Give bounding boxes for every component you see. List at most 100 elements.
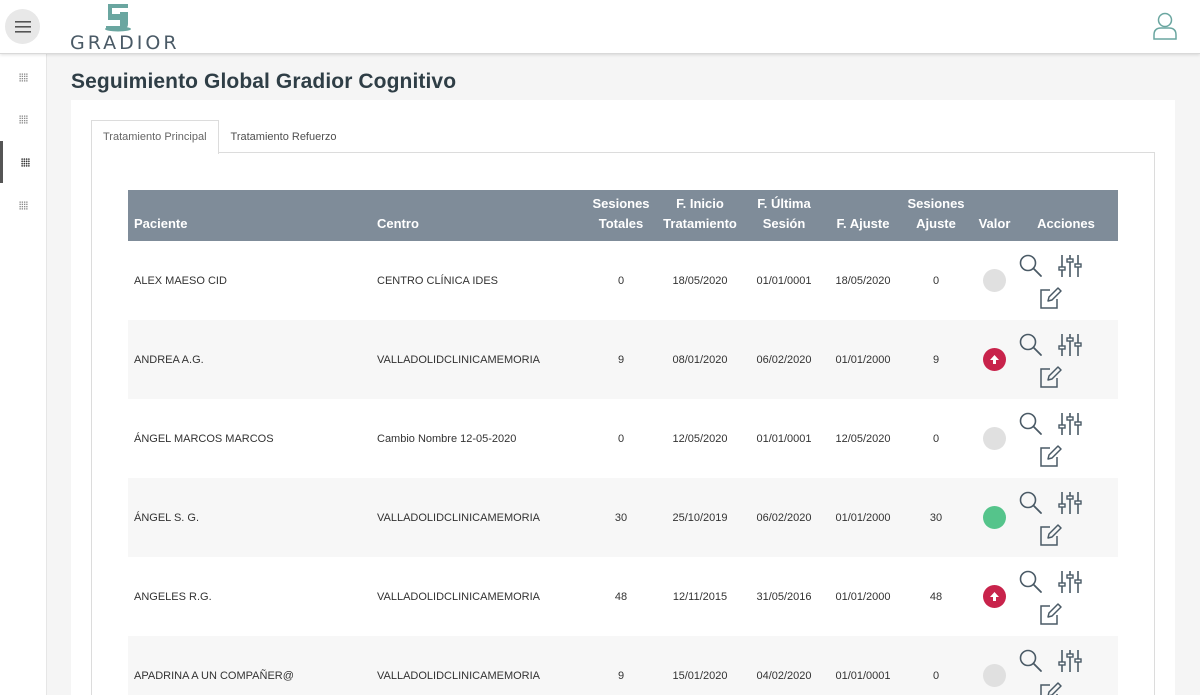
col-header-acciones: Acciones xyxy=(1037,216,1095,231)
cell-ultima-sesion: 06/02/2020 xyxy=(756,511,812,524)
content-card: Tratamiento Principal Tratamiento Refuer… xyxy=(71,100,1175,695)
col-header-sesiones-totales[interactable]: Sesiones Totales xyxy=(581,190,661,241)
cell-acciones xyxy=(1014,478,1118,557)
top-bar: GRADIOR xyxy=(0,0,1200,54)
cell-sesiones-ajuste: 0 xyxy=(932,274,940,287)
cell-valor xyxy=(975,557,1014,636)
valor-indicator xyxy=(983,585,1006,608)
adjust-icon xyxy=(1058,650,1082,672)
search-icon xyxy=(1019,570,1042,593)
cell-paciente: ÁNGEL S. G. xyxy=(134,511,200,524)
edit-button[interactable] xyxy=(1037,602,1063,628)
adjust-button[interactable] xyxy=(1057,253,1083,279)
tab-tratamiento-refuerzo[interactable]: Tratamiento Refuerzo xyxy=(219,120,349,153)
view-button[interactable] xyxy=(1018,490,1044,516)
edit-icon xyxy=(1040,682,1062,695)
page-title: Seguimiento Global Gradior Cognitivo xyxy=(71,70,457,93)
cell-valor xyxy=(975,320,1014,399)
adjust-button[interactable] xyxy=(1057,648,1083,674)
sidebar-item-1[interactable] xyxy=(0,56,47,98)
cell-ajuste: 01/01/2000 xyxy=(835,590,891,603)
table-header: Paciente Centro Sesiones Totales F. Inici… xyxy=(128,190,1118,241)
sidebar-item-4[interactable] xyxy=(0,184,47,226)
row-actions xyxy=(1014,320,1118,399)
search-icon xyxy=(1019,649,1042,672)
view-button[interactable] xyxy=(1018,253,1044,279)
cell-ajuste: 01/01/2000 xyxy=(835,511,891,524)
col-header-ultima-sesion[interactable]: F. Última Sesión xyxy=(739,190,829,241)
sidebar-item-3[interactable] xyxy=(0,141,47,183)
cell-centro: VALLADOLIDCLINICAMEMORIA xyxy=(377,353,541,366)
grid-icon xyxy=(19,200,28,210)
cell-centro: CENTRO CLÍNICA IDES xyxy=(377,274,499,287)
cell-ultima-sesion: 01/01/0001 xyxy=(756,432,812,445)
adjust-icon xyxy=(1058,255,1082,277)
edit-button[interactable] xyxy=(1037,523,1063,549)
cell-paciente: ANGELES R.G. xyxy=(134,590,212,603)
cell-paciente: ALEX MAESO CID xyxy=(134,274,227,287)
adjust-button[interactable] xyxy=(1057,569,1083,595)
arrow-up-icon xyxy=(990,592,999,601)
sidebar-item-2[interactable] xyxy=(0,98,47,140)
cell-valor xyxy=(975,478,1014,557)
cell-ajuste: 18/05/2020 xyxy=(835,274,891,287)
tab-tratamiento-principal[interactable]: Tratamiento Principal xyxy=(91,120,219,154)
brand-logo[interactable]: GRADIOR xyxy=(70,2,177,54)
adjust-icon xyxy=(1058,571,1082,593)
col-header-line: Sesión xyxy=(762,216,806,231)
valor-indicator xyxy=(983,506,1006,529)
col-header-line: Sesiones xyxy=(907,196,965,211)
view-button[interactable] xyxy=(1018,648,1044,674)
cell-sesiones-totales: 0 xyxy=(617,274,625,287)
edit-button[interactable] xyxy=(1037,365,1063,391)
col-header-paciente[interactable]: Paciente xyxy=(128,190,371,241)
edit-icon xyxy=(1040,287,1062,309)
cell-centro: VALLADOLIDCLINICAMEMORIA xyxy=(377,590,541,603)
cell-acciones xyxy=(1014,241,1118,320)
adjust-icon xyxy=(1058,334,1082,356)
edit-icon xyxy=(1040,366,1062,388)
search-icon xyxy=(1019,254,1042,277)
cell-inicio-tratamiento: 08/01/2020 xyxy=(672,353,728,366)
table-body: ALEX MAESO CID CENTRO CLÍNICA IDES 0 18/… xyxy=(128,241,1118,695)
table-row: APADRINA A UN COMPAÑER@ VALLADOLIDCLINIC… xyxy=(128,636,1118,695)
menu-button[interactable] xyxy=(5,9,40,44)
cell-sesiones-totales: 30 xyxy=(614,511,628,524)
user-icon xyxy=(1153,12,1177,40)
col-header-valor[interactable]: Valor xyxy=(975,190,1014,241)
row-actions xyxy=(1014,557,1118,636)
edit-button[interactable] xyxy=(1037,286,1063,312)
row-actions xyxy=(1014,399,1118,478)
view-button[interactable] xyxy=(1018,569,1044,595)
edit-button[interactable] xyxy=(1037,444,1063,470)
cell-inicio-tratamiento: 15/01/2020 xyxy=(672,669,728,682)
adjust-button[interactable] xyxy=(1057,411,1083,437)
edit-button[interactable] xyxy=(1037,681,1063,695)
user-profile-button[interactable] xyxy=(1152,12,1178,40)
table-row: ÁNGEL MARCOS MARCOS Cambio Nombre 12-05-… xyxy=(128,399,1118,478)
cell-sesiones-ajuste: 9 xyxy=(932,353,940,366)
cell-inicio-tratamiento: 25/10/2019 xyxy=(672,511,728,524)
cell-acciones xyxy=(1014,636,1118,695)
cell-acciones xyxy=(1014,557,1118,636)
cell-sesiones-totales: 48 xyxy=(614,590,628,603)
col-header-centro[interactable]: Centro xyxy=(371,190,581,241)
cell-ajuste: 12/05/2020 xyxy=(835,432,891,445)
edit-icon xyxy=(1040,445,1062,467)
search-icon xyxy=(1019,412,1042,435)
table-row: ALEX MAESO CID CENTRO CLÍNICA IDES 0 18/… xyxy=(128,241,1118,320)
adjust-button[interactable] xyxy=(1057,490,1083,516)
sidebar xyxy=(0,54,47,695)
col-header-inicio-tratamiento[interactable]: F. Inicio Tratamiento xyxy=(661,190,739,241)
cell-sesiones-ajuste: 0 xyxy=(932,669,940,682)
adjust-button[interactable] xyxy=(1057,332,1083,358)
col-header-sesiones-ajuste[interactable]: Sesiones Ajuste xyxy=(897,190,975,241)
valor-indicator xyxy=(983,427,1006,450)
cell-ajuste: 01/01/2000 xyxy=(835,353,891,366)
view-button[interactable] xyxy=(1018,332,1044,358)
edit-icon xyxy=(1040,603,1062,625)
col-header-ajuste[interactable]: F. Ajuste xyxy=(829,190,897,241)
edit-icon xyxy=(1040,524,1062,546)
view-button[interactable] xyxy=(1018,411,1044,437)
grid-icon xyxy=(19,72,28,82)
